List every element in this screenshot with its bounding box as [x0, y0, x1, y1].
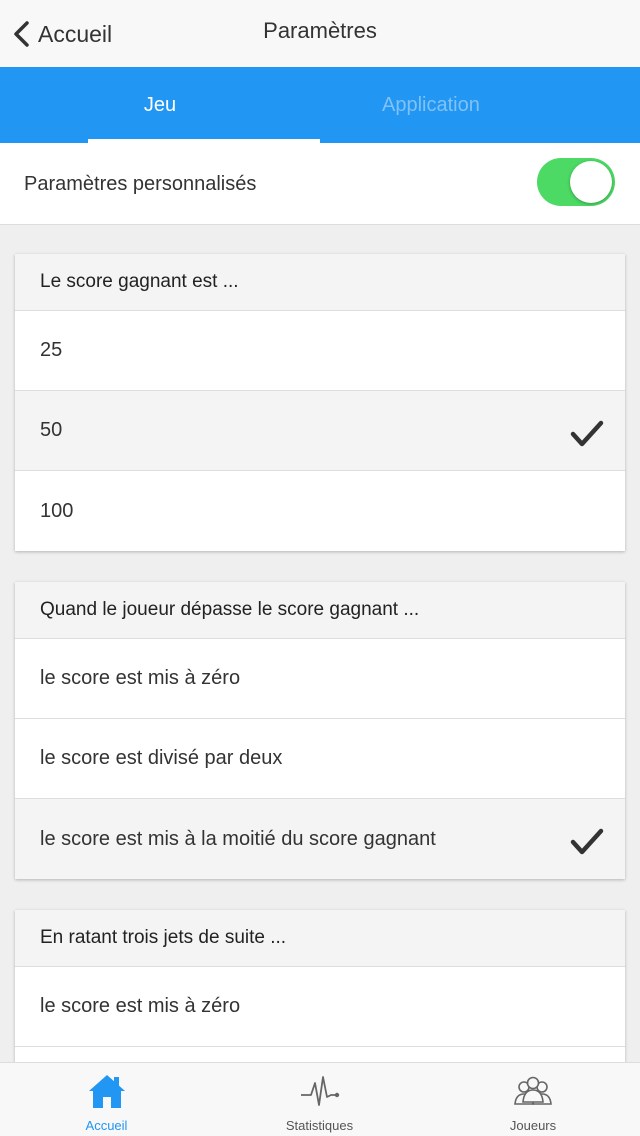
chevron-left-icon: [14, 21, 29, 47]
option-item[interactable]: 100: [15, 471, 625, 551]
back-button[interactable]: Accueil: [10, 14, 112, 54]
option-label: le score est divisé par deux: [40, 747, 283, 769]
option-item[interactable]: le score est divisé par deux: [15, 719, 625, 799]
tab-application[interactable]: Application: [320, 67, 640, 143]
option-item[interactable]: le score est mis à zéro: [15, 967, 625, 1047]
option-item[interactable]: le score est mis à zéro: [15, 639, 625, 719]
nav-joueurs-label: Joueurs: [509, 1118, 557, 1133]
tab-jeu[interactable]: Jeu: [0, 67, 320, 143]
nav-statistiques-label: Statistiques: [285, 1118, 354, 1133]
navigation-bar: Accueil Paramètres: [0, 0, 640, 67]
checkmark-icon: [570, 828, 604, 855]
nav-accueil-label: Accueil: [85, 1118, 128, 1133]
nav-accueil[interactable]: Accueil: [0, 1063, 213, 1136]
option-label: le score est mis à zéro: [40, 995, 241, 1017]
three-misses-card: En ratant trois jets de suite ... le sco…: [15, 910, 625, 1062]
option-item-partial[interactable]: [15, 1047, 625, 1062]
option-label: 50: [40, 419, 63, 441]
custom-settings-label: Paramètres personnalisés: [24, 173, 257, 195]
tab-bar: Jeu Application: [0, 67, 640, 143]
option-item-selected[interactable]: 50: [15, 391, 625, 471]
custom-settings-toggle[interactable]: [537, 158, 615, 206]
option-label: le score est mis à la moitié du score ga…: [40, 827, 436, 850]
tab-application-label: Application: [382, 93, 480, 116]
exceed-score-card: Quand le joueur dépasse le score gagnant…: [15, 582, 625, 879]
winning-score-card: Le score gagnant est ... 25 50 100: [15, 254, 625, 551]
settings-content[interactable]: Le score gagnant est ... 25 50 100 Quand…: [0, 225, 640, 1062]
option-item[interactable]: 25: [15, 311, 625, 391]
tab-jeu-label: Jeu: [143, 93, 177, 116]
home-icon: [88, 1075, 125, 1108]
checkmark-icon: [570, 420, 604, 447]
bottom-tab-bar: Accueil Statistiques Joueurs: [0, 1062, 640, 1136]
nav-joueurs[interactable]: Joueurs: [426, 1063, 640, 1136]
pulse-icon: [300, 1076, 339, 1106]
section-header: Quand le joueur dépasse le score gagnant…: [15, 582, 625, 639]
section-header: Le score gagnant est ...: [15, 254, 625, 311]
option-label: 100: [40, 499, 74, 522]
section-header: En ratant trois jets de suite ...: [15, 910, 625, 967]
nav-statistiques[interactable]: Statistiques: [213, 1063, 426, 1136]
option-item-selected[interactable]: le score est mis à la moitié du score ga…: [15, 799, 625, 879]
back-label: Accueil: [38, 20, 113, 47]
players-icon: [514, 1076, 552, 1105]
option-label: le score est mis à zéro: [40, 667, 241, 689]
toggle-knob: [570, 161, 612, 203]
option-label: 25: [40, 339, 63, 361]
